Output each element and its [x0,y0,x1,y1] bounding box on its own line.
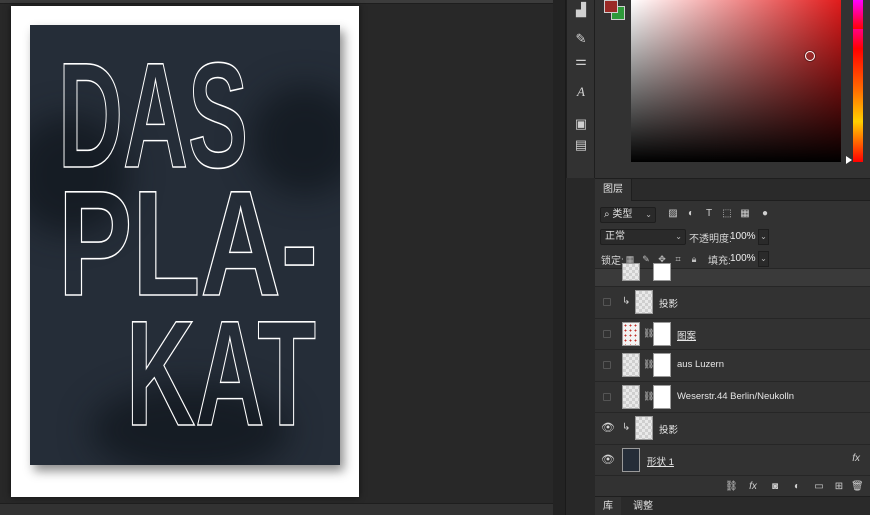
link-layers-icon[interactable]: ⛓︎ [725,481,738,493]
visibility-toggle-off[interactable] [603,361,611,369]
clipping-arrow-icon: ↳ [622,422,631,433]
layer-thumbnail [622,353,640,377]
lock-label: 锁定: [601,256,624,267]
shape-filter-icon[interactable]: ⬚ [721,208,733,220]
layer-mask-thumbnail [653,385,671,409]
canvas-top-edge [0,0,553,4]
blend-mode-value: 正常 [605,231,625,242]
trash-icon[interactable]: 🗑︎ [851,481,864,493]
opacity-label: 不透明度: [689,234,732,245]
layer-thumbnail [622,385,640,409]
notes-icon[interactable]: ▤ [573,137,589,153]
layer-thumbnail [622,322,640,346]
chevron-down-icon: ⌄ [675,232,682,241]
clipping-arrow-icon: ↳ [622,296,631,307]
layer-mask-thumbnail [653,353,671,377]
new-layer-icon[interactable]: ⊞ [833,481,845,493]
fill-input[interactable]: 100% [728,251,756,267]
filter-kind-label: 类型 [612,209,633,220]
layer-name[interactable]: 投影 [659,296,678,310]
poster-lettering: DAS PLA- KAT [57,30,319,458]
layer-name[interactable]: 投影 [659,422,678,436]
fill-dropdown-icon[interactable]: ⌄ [758,251,769,267]
layer-effects-fx-icon[interactable]: fx [852,453,860,464]
adjustments-sliders-icon[interactable]: ⚌ [573,53,589,69]
eye-icon[interactable]: 👁︎ [601,422,615,434]
layer-name[interactable]: aus Luzern [677,359,724,370]
visibility-toggle-off[interactable] [603,393,611,401]
character-icon[interactable]: A [573,84,589,100]
visibility-toggle-off[interactable] [603,298,611,306]
properties-icon[interactable]: ▣ [573,116,589,132]
histogram-icon[interactable]: ▟ [573,2,589,18]
layer-row[interactable]: 👁︎ ↳ 投影 [595,412,870,443]
add-mask-icon[interactable]: ◙ [769,481,781,493]
poster-line-3: KAT [126,289,316,457]
layer-thumbnail [622,263,640,281]
lock-all-icon[interactable]: 🔒︎ [689,254,699,264]
panel-icon-strip: ▟ ✎ ⚌ A ▣ ▤ [566,0,595,178]
smart-object-filter-icon[interactable]: ▦ [739,208,751,220]
chevron-down-icon: ⌄ [645,210,652,219]
poster-artwork[interactable]: DAS PLA- KAT [30,25,340,465]
layer-row-partial[interactable] [595,263,870,286]
add-style-fx-icon[interactable]: fx [747,481,759,493]
blend-mode-select[interactable]: 正常 ⌄ [600,229,686,245]
tab-adjustments[interactable]: 调整 [625,497,661,515]
layer-name[interactable]: 形状 1 [647,454,674,468]
lock-image-icon[interactable]: ✎ [641,254,651,264]
adjustment-filter-icon[interactable]: ◐ [685,208,697,220]
hue-slider[interactable] [853,0,863,162]
bottom-panel-tabs: 库 调整 [595,496,870,515]
panel-dock-separator[interactable] [553,0,566,515]
layer-name[interactable]: 图案 [677,328,696,342]
layer-thumbnail [635,416,653,440]
visibility-toggle-off[interactable] [603,330,611,338]
document-canvas-area[interactable]: DAS PLA- KAT [0,0,553,515]
tab-libraries[interactable]: 库 [595,497,621,515]
layers-panel-footer: ⛓︎ fx ◙ ◐ ▭ ⊞ 🗑︎ [595,475,870,497]
hue-slider-handle-icon[interactable] [846,156,852,164]
layer-name[interactable]: Weserstr.44 Berlin/Neukolln [677,391,794,402]
document-page[interactable]: DAS PLA- KAT [11,6,359,497]
tab-layers[interactable]: 图层 [595,179,632,201]
layers-panel: 图层 ⌕ 类型 ⌄ ▨ ◐ T ⬚ ▦ ● 正常 ⌄ 不透明度: 100% ⌄ [595,178,870,496]
layer-thumbnail [622,448,640,472]
adjustment-layer-icon[interactable]: ◐ [791,481,803,493]
layer-mask-thumbnail [653,322,671,346]
opacity-dropdown-icon[interactable]: ⌄ [758,229,769,245]
layer-thumbnail [635,290,653,314]
layer-row[interactable]: 👁︎ 形状 1 fx [595,444,870,475]
color-picker-panel [595,0,870,178]
layers-tabbar: 图层 [595,179,870,201]
type-filter-icon[interactable]: T [703,208,715,220]
layer-row[interactable]: ⛓︎ Weserstr.44 Berlin/Neukolln [595,381,870,412]
new-group-icon[interactable]: ▭ [813,481,825,493]
pixel-filter-icon[interactable]: ▨ [667,208,679,220]
layer-kind-filter[interactable]: ⌕ 类型 ⌄ [600,207,656,223]
search-icon: ⌕ [604,209,610,220]
eye-icon[interactable]: 👁︎ [601,454,615,466]
foreground-color-swatch[interactable] [604,0,618,13]
saturation-value-field[interactable] [631,0,841,162]
layer-mask-thumbnail [653,263,671,281]
photoshop-window: DAS PLA- KAT ▟ ✎ ⚌ A ▣ ▤ 图层 ⌕ 类型 ⌄ ▨ ◐ T… [0,0,870,515]
filter-toggle-icon[interactable]: ● [759,208,771,220]
layer-row[interactable]: ↳ 投影 [595,286,870,317]
canvas-status-strip [0,503,553,515]
lock-artboard-icon[interactable]: ⌗ [673,254,683,264]
layer-row[interactable]: ⛓︎ 图案 [595,318,870,349]
layer-row[interactable]: ⛓︎ aus Luzern [595,349,870,380]
opacity-input[interactable]: 100% [728,229,756,245]
color-picker-cursor[interactable] [805,51,815,61]
brush-icon[interactable]: ✎ [573,31,589,47]
